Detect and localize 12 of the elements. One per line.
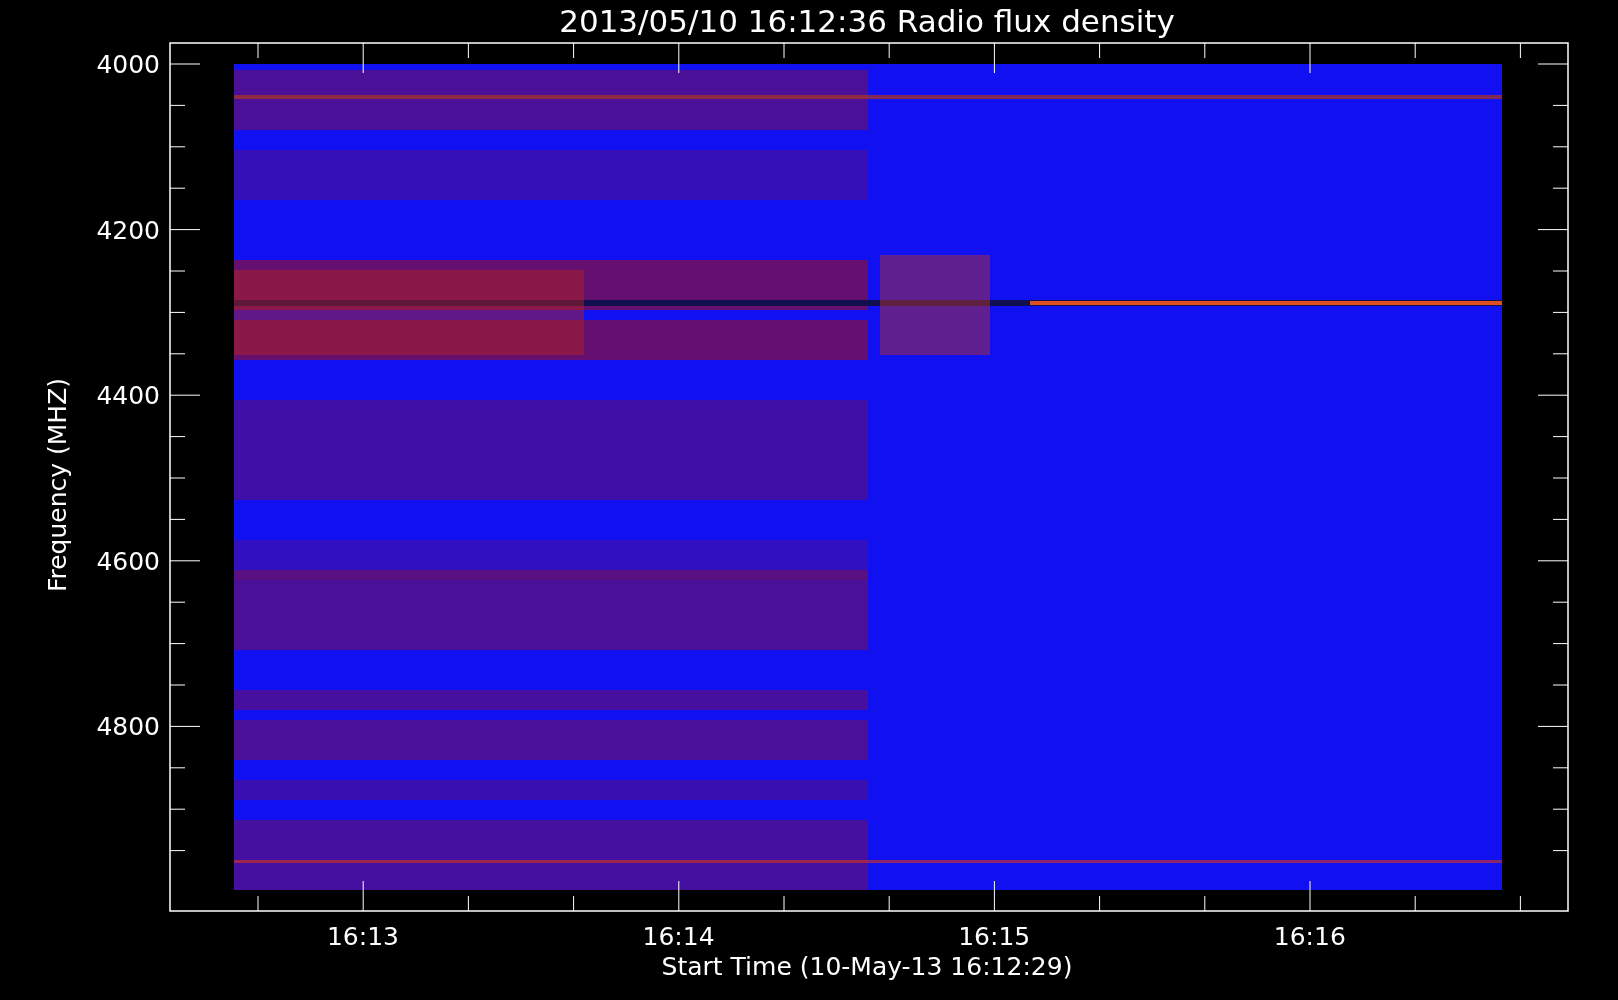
x-tick-label: 16:13 bbox=[327, 922, 399, 951]
x-tick-label: 16:14 bbox=[642, 922, 715, 951]
y-tick-label: 4200 bbox=[96, 215, 160, 245]
x-tick-label: 16:15 bbox=[958, 922, 1031, 951]
x-tick-label: 16:16 bbox=[1273, 922, 1346, 951]
y-axis-label: Frequency (MHZ) bbox=[43, 377, 72, 593]
chart-title: 2013/05/10 16:12:36 Radio flux density bbox=[559, 3, 1175, 39]
y-tick-label: 4600 bbox=[96, 546, 160, 576]
y-tick-label: 4400 bbox=[96, 381, 160, 411]
y-tick-label: 4800 bbox=[96, 712, 160, 742]
x-axis-label: Start Time (10-May-13 16:12:29) bbox=[661, 952, 1073, 981]
y-tick-label: 4000 bbox=[96, 50, 160, 79]
